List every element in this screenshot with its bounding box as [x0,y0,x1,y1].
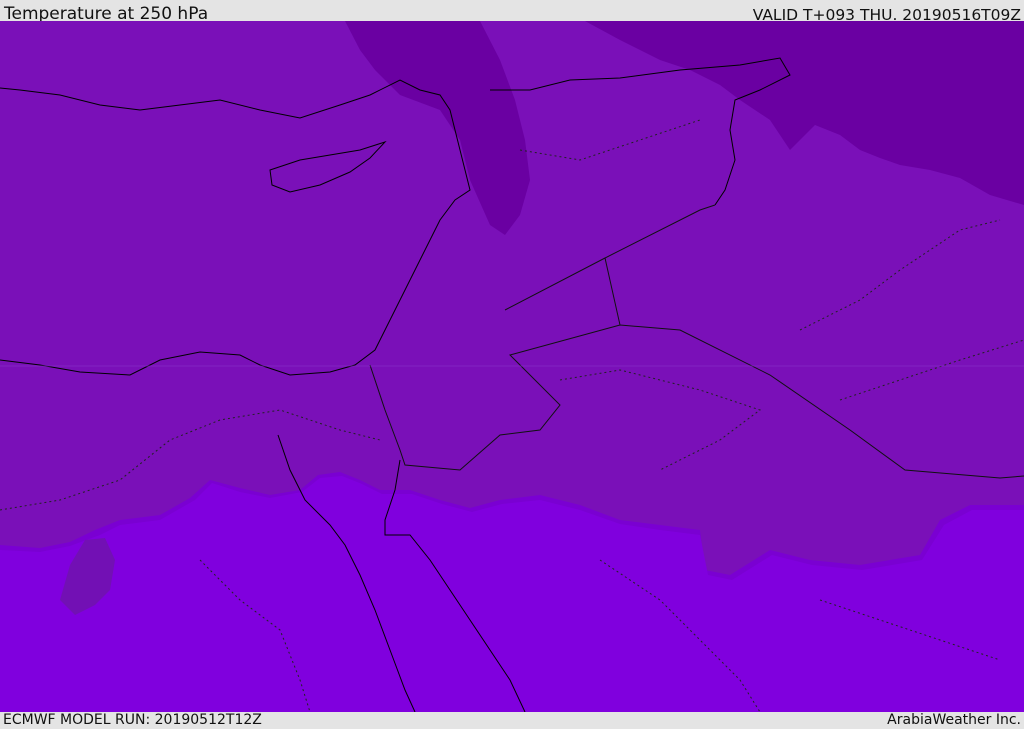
credit-label: ArabiaWeather Inc. [887,712,1021,728]
map-window: Temperature at 250 hPa VALID T+093 THU. … [0,0,1024,729]
footer-bar: ECMWF MODEL RUN: 20190512T12Z ArabiaWeat… [0,712,1024,729]
model-run-label: ECMWF MODEL RUN: 20190512T12Z [3,712,262,728]
temperature-map [0,21,1024,712]
header-bar: Temperature at 250 hPa VALID T+093 THU. … [0,0,1024,24]
